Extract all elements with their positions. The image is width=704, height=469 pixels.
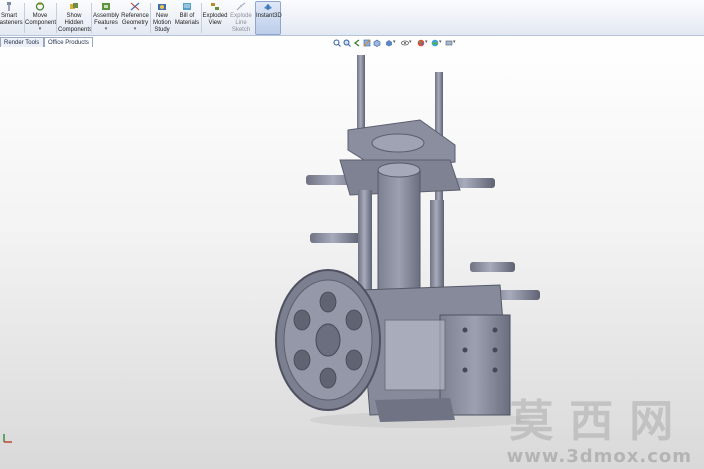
- section-view-icon[interactable]: [363, 39, 371, 47]
- command-manager-ribbon: Smart Fasteners Move Component ▾ Show Hi…: [0, 0, 704, 36]
- exploded-view-icon: [211, 3, 219, 10]
- exploded-view-button[interactable]: Exploded View: [202, 2, 228, 36]
- assembly-features-button[interactable]: Assembly Features ▾: [92, 2, 120, 36]
- zoom-to-area-icon[interactable]: [343, 39, 351, 47]
- chevron-down-icon[interactable]: ▾: [120, 27, 150, 32]
- heads-up-view-toolbar: ▾ ▾ ▾ ▾ ▾: [333, 39, 473, 49]
- instant3d-icon: [264, 4, 272, 10]
- chevron-down-icon[interactable]: ▾: [453, 39, 461, 47]
- explode-line-sketch-button[interactable]: Explode Line Sketch: [228, 2, 254, 36]
- tab-render-tools[interactable]: Render Tools: [0, 37, 44, 47]
- hide-show-items-icon[interactable]: [401, 39, 409, 47]
- instant3d-button[interactable]: Instant3D: [255, 1, 282, 35]
- smart-fasteners-icon: [7, 2, 11, 11]
- bill-of-materials-label: Bill of Materials: [174, 13, 200, 26]
- assembly-features-label: Assembly Features: [92, 13, 119, 26]
- explode-line-sketch-label: Explode Line Sketch: [230, 13, 252, 33]
- view-orientation-icon[interactable]: [373, 39, 381, 47]
- edit-appearance-icon[interactable]: [417, 39, 425, 47]
- show-hidden-components-label: Show Hidden Components: [58, 13, 93, 33]
- chevron-down-icon[interactable]: ▾: [25, 27, 55, 32]
- bom-icon: [183, 3, 191, 10]
- reference-geometry-label: Reference Geometry: [121, 13, 149, 26]
- engine-assembly-model[interactable]: [270, 50, 550, 430]
- view-settings-icon[interactable]: [445, 39, 453, 47]
- watermark-logo-text: 莫西网: [509, 396, 690, 447]
- explode-line-icon: [236, 2, 246, 11]
- display-style-icon[interactable]: [385, 39, 393, 47]
- previous-view-icon[interactable]: [353, 39, 361, 47]
- zoom-to-fit-icon[interactable]: [333, 39, 341, 47]
- motion-study-icon: [158, 4, 166, 10]
- move-component-label: Move Component: [25, 13, 57, 26]
- chevron-down-icon[interactable]: ▾: [409, 39, 417, 47]
- instant3d-label: Instant3D: [256, 13, 282, 19]
- show-hidden-icon: [70, 3, 78, 9]
- new-motion-study-button[interactable]: New Motion Study: [151, 2, 173, 36]
- apply-scene-icon[interactable]: [431, 39, 439, 47]
- reference-geometry-button[interactable]: Reference Geometry ▾: [120, 2, 150, 36]
- move-component-button[interactable]: Move Component ▾: [25, 2, 57, 36]
- show-hidden-components-button[interactable]: Show Hidden Components: [58, 2, 93, 36]
- watermark-url: www.3dmox.com: [506, 446, 692, 467]
- tab-office-products[interactable]: Office Products: [44, 37, 93, 47]
- move-component-icon: [35, 2, 45, 11]
- new-motion-study-label: New Motion Study: [152, 13, 171, 33]
- chevron-down-icon[interactable]: ▾: [92, 27, 120, 32]
- bill-of-materials-button[interactable]: Bill of Materials: [174, 2, 200, 36]
- smart-fasteners-label: Smart Fasteners: [0, 13, 23, 26]
- exploded-view-label: Exploded View: [202, 13, 228, 26]
- smart-fasteners-button[interactable]: Smart Fasteners: [0, 2, 23, 36]
- axis-triad-icon: [3, 434, 12, 443]
- assembly-features-icon: [102, 3, 110, 10]
- reference-geometry-icon: [130, 2, 140, 11]
- chevron-down-icon[interactable]: ▾: [393, 39, 401, 47]
- watermark: 莫西网 www.3dmox.com: [506, 396, 692, 468]
- ribbon-separator: [56, 3, 57, 33]
